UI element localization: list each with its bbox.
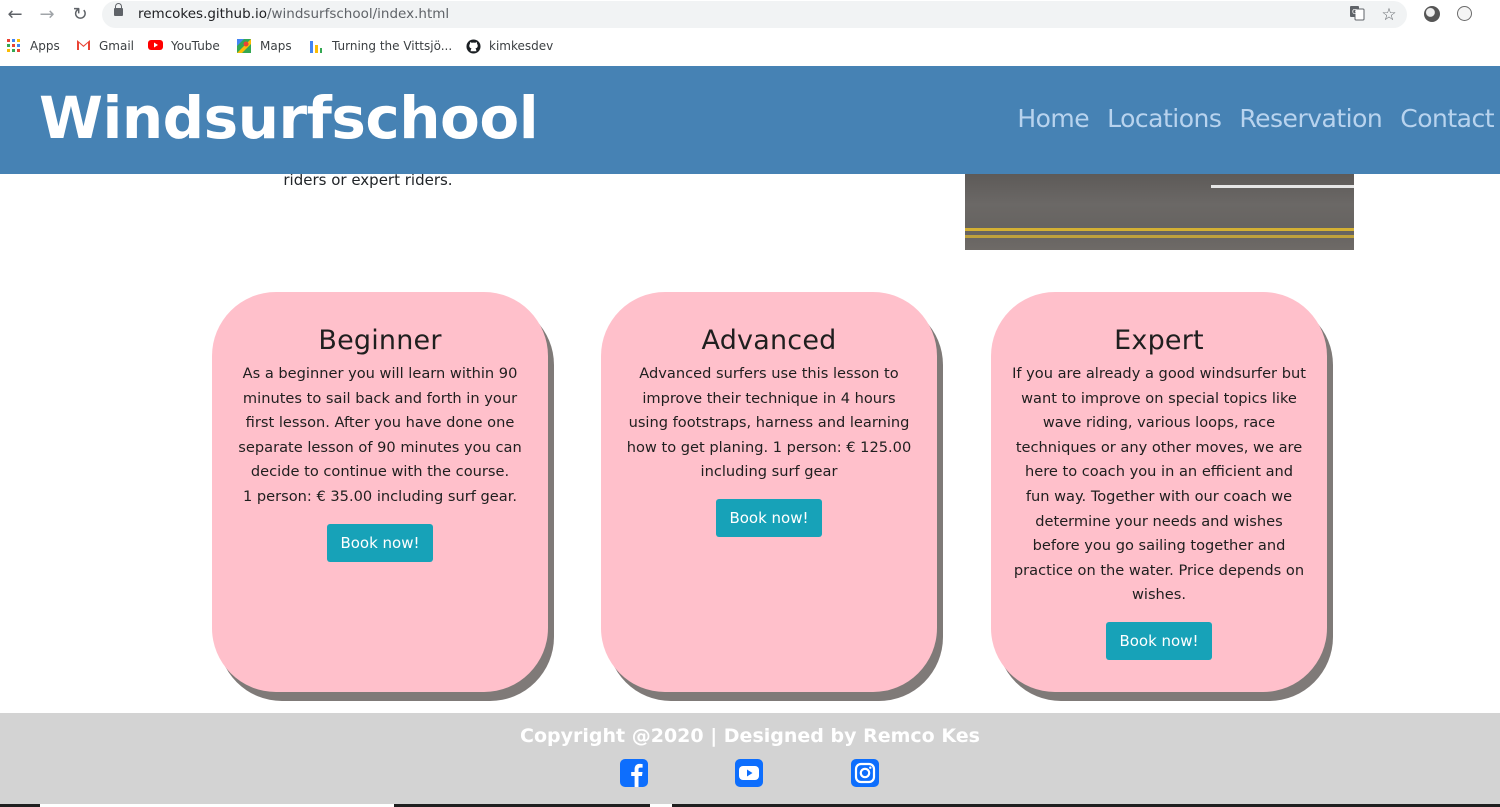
browser-toolbar: ← → ↻ remcokes.github.io/windsurfschool/… bbox=[0, 0, 1500, 30]
bookmark-vittsjo[interactable]: Turning the Vittsjö... bbox=[309, 37, 452, 55]
book-now-button[interactable]: Book now! bbox=[1106, 621, 1212, 660]
bookmarks-bar: Apps Gmail YouTube Maps Turning the Vitt… bbox=[0, 33, 1500, 59]
bookmark-maps[interactable]: Maps bbox=[237, 37, 292, 55]
address-bar[interactable]: remcokes.github.io/windsurfschool/index.… bbox=[102, 1, 1407, 28]
card-beginner: Beginner As a beginner you will learn wi… bbox=[212, 292, 548, 692]
forward-arrow-icon[interactable]: → bbox=[36, 4, 58, 26]
svg-text:G: G bbox=[1352, 8, 1357, 16]
card-title: Expert bbox=[1114, 325, 1204, 356]
translate-icon[interactable]: G bbox=[1347, 5, 1367, 25]
reload-icon[interactable]: ↻ bbox=[69, 4, 91, 26]
gmail-icon bbox=[76, 39, 90, 53]
card-text: As a beginner you will learn within 90 m… bbox=[238, 365, 522, 481]
road-marking-yellow bbox=[965, 235, 1354, 238]
site-footer: Copyright @2020 | Designed by Remco Kes bbox=[0, 713, 1500, 807]
card-expert: Expert If you are already a good windsur… bbox=[991, 292, 1327, 692]
card-title: Advanced bbox=[701, 325, 837, 356]
star-icon[interactable]: ☆ bbox=[1379, 5, 1399, 25]
nav-locations[interactable]: Locations bbox=[1107, 104, 1222, 133]
nav-contact[interactable]: Contact bbox=[1400, 104, 1494, 133]
bookmark-apps[interactable]: Apps bbox=[7, 37, 60, 55]
bookmark-label: Maps bbox=[260, 39, 292, 53]
card-title: Beginner bbox=[318, 325, 442, 356]
book-now-button[interactable]: Book now! bbox=[716, 498, 822, 537]
road-marking-white bbox=[1211, 185, 1354, 188]
youtube-icon bbox=[148, 39, 163, 53]
brand-logo[interactable]: Windsurfschool bbox=[39, 84, 539, 152]
nav-home[interactable]: Home bbox=[1017, 104, 1089, 133]
url-host: remcokes.github.io bbox=[138, 6, 267, 22]
bookmark-kimkesdev[interactable]: kimkesdev bbox=[466, 37, 553, 55]
bookmark-label: Apps bbox=[30, 39, 60, 53]
bookmark-label: YouTube bbox=[171, 39, 220, 53]
extension-icon[interactable] bbox=[1424, 6, 1440, 22]
nav-reservation[interactable]: Reservation bbox=[1239, 104, 1382, 133]
bookmark-label: kimkesdev bbox=[489, 39, 554, 53]
github-icon bbox=[466, 39, 481, 54]
maps-icon bbox=[237, 39, 251, 53]
bookmark-label: Gmail bbox=[99, 39, 135, 53]
bar-chart-icon bbox=[309, 39, 323, 53]
copyright-text: Copyright @2020 | Designed by Remco Kes bbox=[520, 725, 980, 747]
facebook-icon[interactable] bbox=[620, 759, 648, 787]
site-header: Windsurfschool Home Locations Reservatio… bbox=[0, 66, 1500, 174]
card-text: Advanced surfers use this lesson to impr… bbox=[626, 365, 912, 481]
bookmark-label: Turning the Vittsjö... bbox=[332, 39, 453, 53]
bookmark-gmail[interactable]: Gmail bbox=[76, 37, 134, 55]
road-marking-yellow bbox=[965, 228, 1354, 231]
youtube-icon[interactable] bbox=[735, 759, 763, 787]
url-text: remcokes.github.io/windsurfschool/index.… bbox=[138, 6, 449, 22]
back-arrow-icon[interactable]: ← bbox=[4, 4, 26, 26]
card-price: 1 person: € 35.00 including surf gear. bbox=[242, 487, 518, 505]
book-now-button[interactable]: Book now! bbox=[327, 523, 433, 562]
apps-grid-icon bbox=[7, 39, 21, 53]
profile-icon[interactable] bbox=[1457, 6, 1472, 21]
url-path: /windsurfschool/index.html bbox=[266, 6, 450, 22]
card-advanced: Advanced Advanced surfers use this lesso… bbox=[601, 292, 937, 692]
instagram-icon[interactable] bbox=[851, 759, 879, 787]
card-text: If you are already a good windsurfer but… bbox=[1012, 365, 1306, 604]
lock-icon bbox=[114, 3, 123, 16]
bookmark-youtube[interactable]: YouTube bbox=[148, 37, 220, 55]
road-image bbox=[965, 174, 1354, 250]
main-nav: Home Locations Reservation Contact bbox=[1017, 104, 1494, 133]
